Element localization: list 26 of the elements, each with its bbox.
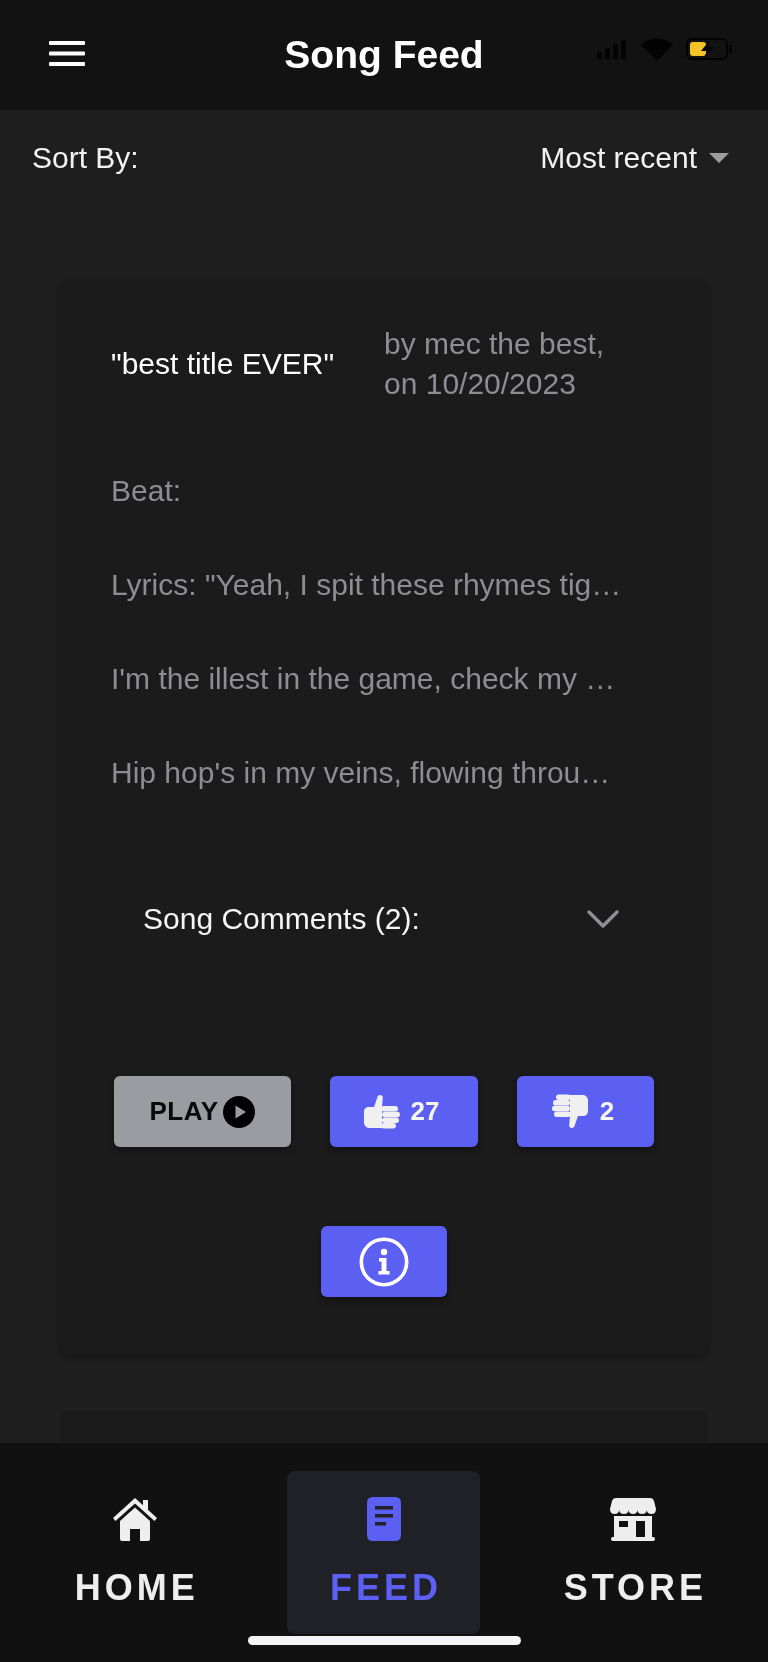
song-byline: by mec the best, on 10/20/2023 bbox=[384, 326, 606, 402]
battery-icon bbox=[686, 38, 733, 60]
lyrics-line: Lyrics: "Yeah, I spit these rhymes tig… bbox=[111, 567, 622, 603]
screen-title: Song Feed bbox=[284, 33, 484, 77]
document-icon bbox=[367, 1497, 401, 1541]
like-button[interactable]: 27 bbox=[330, 1076, 478, 1147]
nav-tab[interactable]: STORE bbox=[536, 1471, 730, 1634]
info-icon bbox=[359, 1236, 409, 1287]
thumbs-down-icon bbox=[550, 1094, 589, 1129]
song-title: "best title EVER" bbox=[111, 346, 335, 382]
caret-icon bbox=[709, 153, 729, 163]
play-button[interactable]: PLAY bbox=[114, 1076, 291, 1147]
sort-dropdown[interactable]: Most recent bbox=[540, 140, 729, 176]
menu-icon[interactable] bbox=[49, 41, 85, 66]
house-icon bbox=[111, 1497, 158, 1541]
lyrics-line: I'm the illest in the game, check my … bbox=[111, 661, 616, 697]
sort-label: Sort By: bbox=[32, 140, 139, 176]
nav-tab[interactable]: HOME bbox=[38, 1471, 232, 1634]
thumbs-up-icon bbox=[362, 1094, 401, 1129]
comments-toggle[interactable]: Song Comments (2): bbox=[143, 899, 619, 939]
info-button[interactable] bbox=[321, 1226, 447, 1297]
dislike-button[interactable]: 2 bbox=[517, 1076, 654, 1147]
play-icon bbox=[223, 1095, 256, 1128]
storefront-icon bbox=[610, 1497, 657, 1541]
lyrics-line: Hip hop's in my veins, flowing throu… bbox=[111, 755, 611, 791]
beat-label: Beat: bbox=[111, 473, 182, 509]
